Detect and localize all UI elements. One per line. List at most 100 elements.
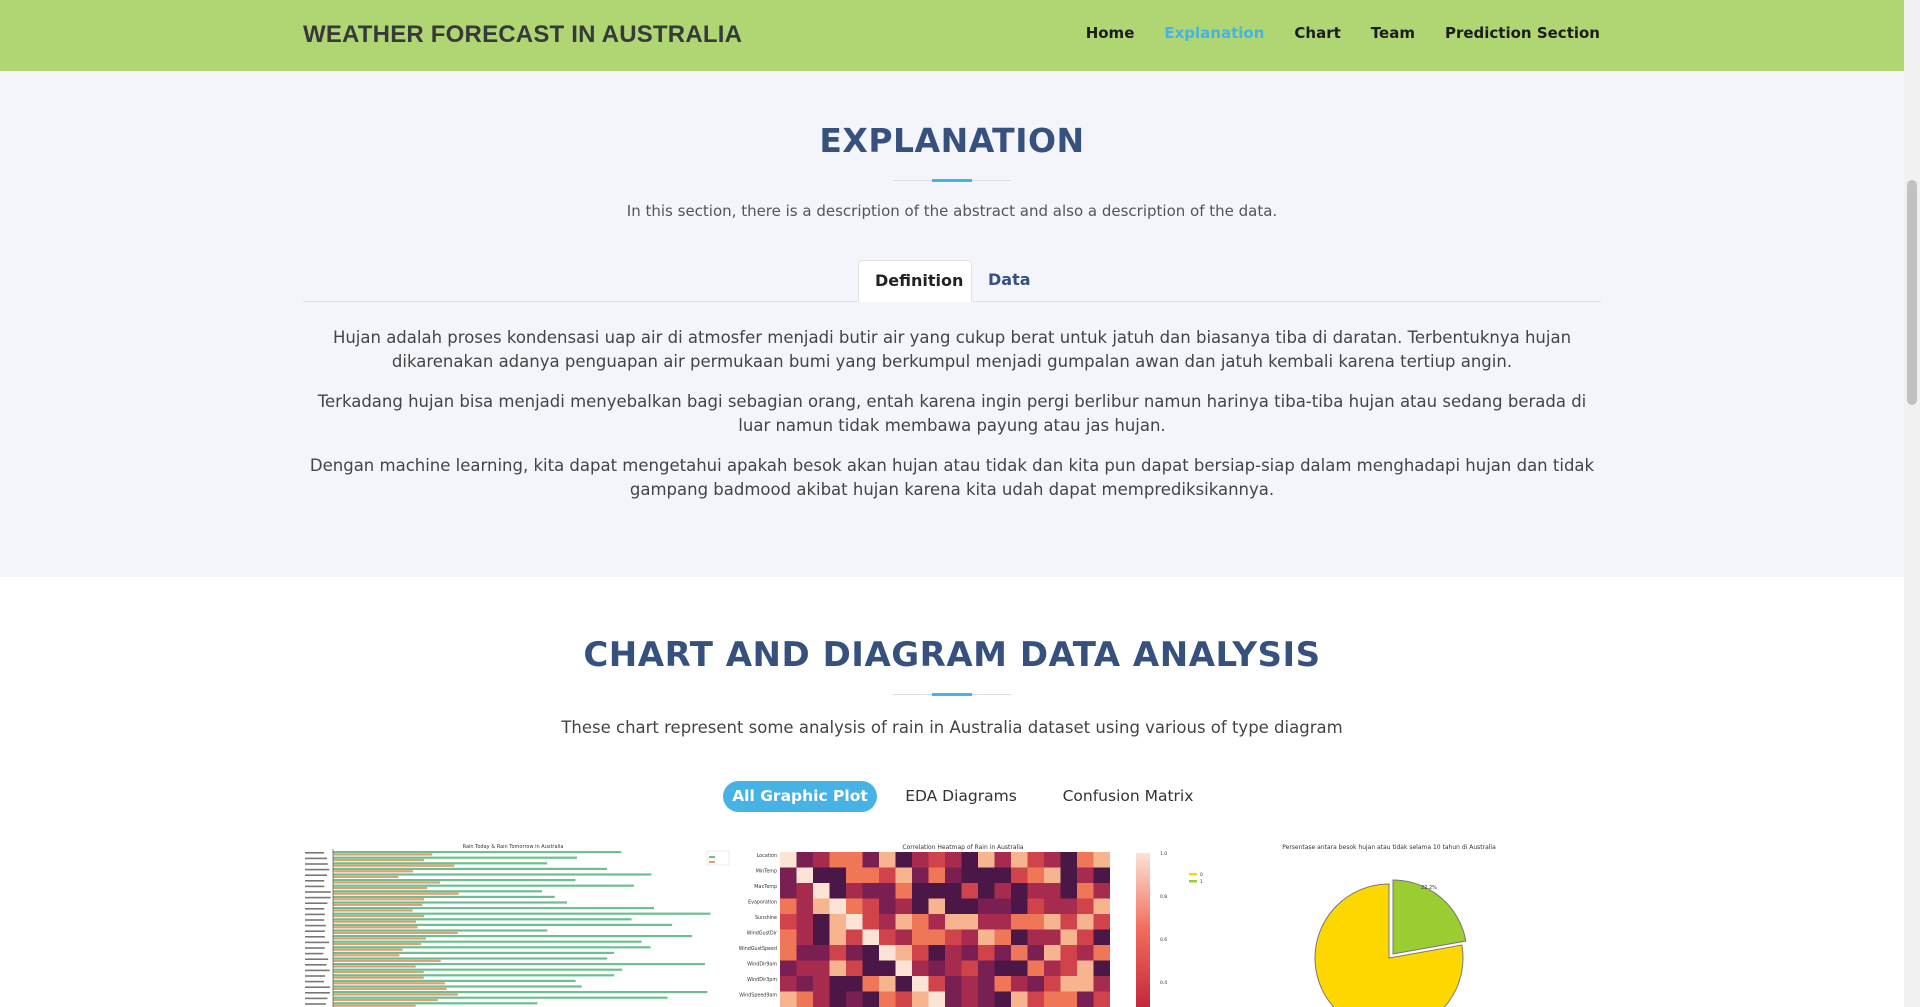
- heatmap-cell: [813, 867, 830, 883]
- heatmap-cell: [780, 914, 797, 930]
- bar-tick-label: [305, 947, 325, 949]
- heatmap-cell: [1011, 960, 1028, 976]
- explanation-subtitle: In this section, there is a description …: [626, 202, 1278, 220]
- brand-logo[interactable]: WEATHER FORECAST IN AUSTRALIA: [303, 21, 742, 49]
- heatmap-cell: [862, 914, 879, 930]
- heatmap-cell: [1093, 929, 1110, 945]
- heatmap-cell: [780, 898, 797, 914]
- heatmap-cell: [895, 976, 912, 992]
- heatmap-cell: [1027, 867, 1044, 883]
- heatmap-cell: [1011, 991, 1028, 1007]
- heatmap-cell: [978, 929, 995, 945]
- heatmap-cell: [961, 976, 978, 992]
- heatmap-cell: [961, 867, 978, 883]
- bar-no-rain: [333, 985, 582, 988]
- heatmap-cell: [994, 945, 1011, 961]
- page-scrollbar[interactable]: [1904, 0, 1920, 1007]
- heatmap-cell: [928, 929, 945, 945]
- heatmap-cell: [1077, 914, 1094, 930]
- heatmap-cell: [1027, 914, 1044, 930]
- nav-home[interactable]: Home: [1086, 24, 1135, 42]
- heatmap-cell: [862, 991, 879, 1007]
- heatmap-cell: [1011, 929, 1028, 945]
- heatmap-cell: [1093, 945, 1110, 961]
- bar-no-rain: [333, 907, 654, 910]
- colorbar-tick-4: 0.4: [1160, 980, 1167, 986]
- heatmap-cell: [862, 945, 879, 961]
- bar-tick-label: [305, 975, 326, 977]
- heatmap-cell: [978, 867, 995, 883]
- heatmap-cell: [912, 898, 929, 914]
- heatmap-cell: [928, 852, 945, 868]
- heatmap-cell: [829, 898, 846, 914]
- heatmap-cell: [961, 991, 978, 1007]
- nav-explanation[interactable]: Explanation: [1164, 24, 1264, 42]
- heatmap-cell: [846, 852, 863, 868]
- heatmap-cell: [1044, 929, 1061, 945]
- heatmap-cell: [1044, 852, 1061, 868]
- nav-prediction-section[interactable]: Prediction Section: [1445, 24, 1600, 42]
- scrollbar-thumb[interactable]: [1907, 180, 1917, 405]
- tab-definition[interactable]: Definition: [858, 260, 972, 302]
- heatmap-cell: [1011, 883, 1028, 899]
- heatmap-cell: [796, 914, 813, 930]
- heatmap-cell: [796, 898, 813, 914]
- correlation-heatmap-thumbnail[interactable]: Correlation Heatmap of Rain in Australia…: [733, 843, 1183, 1007]
- heatmap-cell: [961, 914, 978, 930]
- heatmap-cell: [829, 914, 846, 930]
- heatmap-row-label: WindGustDir: [747, 931, 777, 937]
- heatmap-cell: [1011, 852, 1028, 868]
- heatmap-cell: [895, 852, 912, 868]
- nav-team[interactable]: Team: [1371, 24, 1415, 42]
- heatmap-row-label: WindDir3pm: [747, 977, 777, 983]
- heatmap-cell: [912, 914, 929, 930]
- heatmap-cell: [879, 914, 896, 930]
- heatmap-cell: [895, 991, 912, 1007]
- bar-rain: [333, 965, 416, 968]
- heatmap-cell: [928, 914, 945, 930]
- bar-rain: [333, 987, 447, 990]
- heatmap-cell: [912, 960, 929, 976]
- heatmap-cell: [1093, 867, 1110, 883]
- heatmap-cell: [780, 976, 797, 992]
- rain-bar-chart-thumbnail[interactable]: Rain Today & Rain Tomorrow in Australia: [293, 843, 733, 1007]
- bar-no-rain: [333, 929, 548, 932]
- heatmap-cell: [813, 960, 830, 976]
- bar-no-rain: [333, 884, 634, 887]
- bar-rain: [333, 943, 422, 946]
- filter-all-graphic-plot[interactable]: All Graphic Plot: [723, 781, 877, 812]
- heatmap-cell: [1027, 852, 1044, 868]
- heatmap-cell: [879, 976, 896, 992]
- bar-tick-label: [305, 964, 327, 966]
- bar-tick-label: [305, 885, 325, 888]
- filter-confusion-matrix[interactable]: Confusion Matrix: [1052, 781, 1204, 812]
- heatmap-cell: [780, 960, 797, 976]
- heatmap-cell: [813, 914, 830, 930]
- bar-rain: [333, 931, 458, 934]
- heatmap-row-label: MaxTemp: [754, 884, 777, 890]
- heatmap-cell: [1093, 991, 1110, 1007]
- bar-tick-label: [305, 902, 328, 904]
- rain-pie-chart-thumbnail[interactable]: 0 1 Persentase antara besok hujan atau t…: [1183, 843, 1508, 1007]
- heatmap-cell: [813, 976, 830, 992]
- heatmap-cell: [1060, 898, 1077, 914]
- heatmap-cell: [945, 945, 962, 961]
- heatmap-cell: [829, 867, 846, 883]
- bar-tick-label: [305, 857, 328, 860]
- chart-title: CHART AND DIAGRAM DATA ANALYSIS: [583, 635, 1321, 675]
- heatmap-cell: [994, 960, 1011, 976]
- tab-data[interactable]: Data: [972, 260, 1047, 302]
- nav-chart[interactable]: Chart: [1294, 24, 1340, 42]
- heatmap-row-label: WindSpeed9am: [739, 993, 777, 999]
- heatmap-cell: [994, 991, 1011, 1007]
- bar-tick-label: [305, 941, 330, 944]
- bar-no-rain: [333, 918, 632, 921]
- bar-no-rain: [333, 991, 708, 994]
- heatmap-cell: [978, 976, 995, 992]
- definition-paragraph-2: Terkadang hujan bisa menjadi menyebalkan…: [317, 392, 1587, 435]
- heatmap-cell: [862, 852, 879, 868]
- filter-eda-diagrams[interactable]: EDA Diagrams: [893, 781, 1029, 812]
- heatmap-cell: [1077, 852, 1094, 868]
- bar-tick-label: [305, 958, 329, 960]
- heatmap-cell: [912, 976, 929, 992]
